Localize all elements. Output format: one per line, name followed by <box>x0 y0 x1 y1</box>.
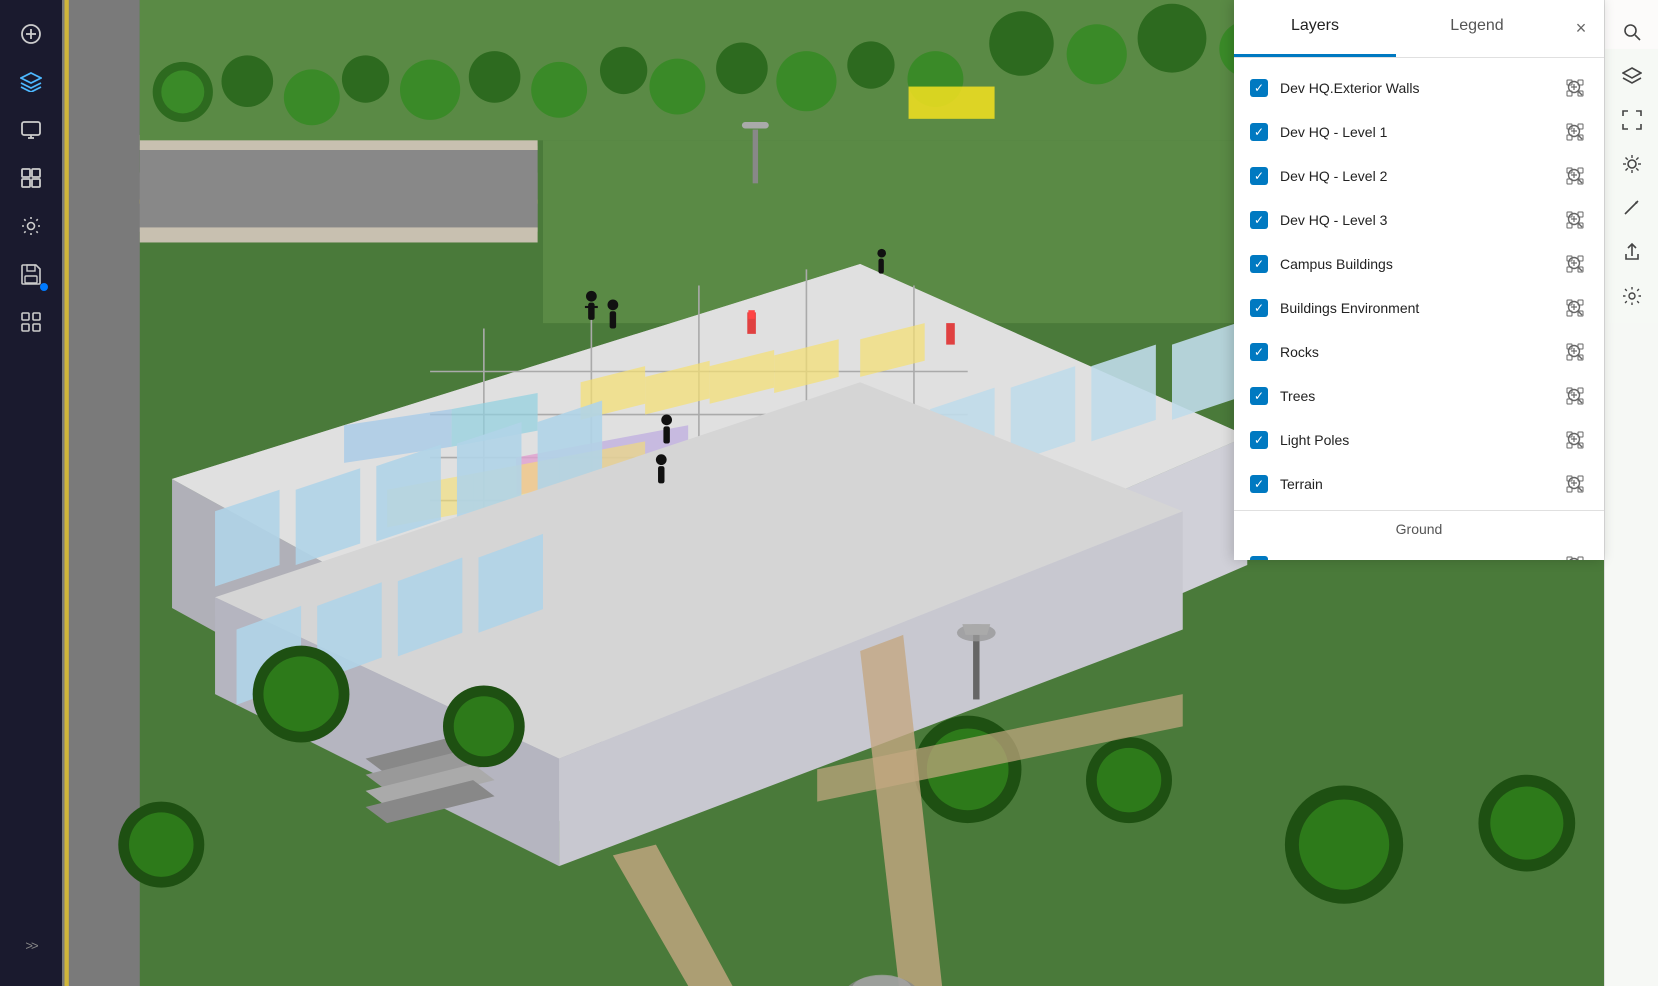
layer-zoom-dev-hq-l3[interactable] <box>1562 207 1588 233</box>
layers-panel: Layers Legend × ✓ Dev HQ.Exterior Walls <box>1234 0 1604 560</box>
layer-zoom-campus-buildings[interactable] <box>1562 251 1588 277</box>
layer-name-dev-hq-l1: Dev HQ - Level 1 <box>1280 124 1562 140</box>
layer-checkbox-terrain[interactable]: ✓ <box>1250 475 1268 493</box>
layer-item[interactable]: ✓ Campus Buildings <box>1234 242 1604 286</box>
layers-rt-button[interactable] <box>1613 57 1651 95</box>
group-header-ground: Ground <box>1234 510 1604 543</box>
layers-list: ✓ Dev HQ.Exterior Walls ✓ Dev HQ - Level… <box>1234 58 1604 560</box>
config-button[interactable] <box>1613 277 1651 315</box>
layer-name-dev-hq-l3: Dev HQ - Level 3 <box>1280 212 1562 228</box>
collapse-button[interactable]: >> <box>10 924 52 966</box>
layer-zoom-buildings-environment[interactable] <box>1562 295 1588 321</box>
layer-name-dev-hq-exterior: Dev HQ.Exterior Walls <box>1280 80 1562 96</box>
layer-item[interactable]: ✓ Terrain <box>1234 543 1604 560</box>
layer-zoom-dev-hq-l2[interactable] <box>1562 163 1588 189</box>
layer-item[interactable]: ✓ Trees <box>1234 374 1604 418</box>
search-button[interactable] <box>1613 13 1651 51</box>
tab-layers[interactable]: Layers <box>1234 0 1396 57</box>
tab-legend[interactable]: Legend <box>1396 0 1558 57</box>
layer-checkbox-light-poles[interactable]: ✓ <box>1250 431 1268 449</box>
layer-checkbox-dev-hq-l1[interactable]: ✓ <box>1250 123 1268 141</box>
layer-item[interactable]: ✓ Buildings Environment <box>1234 286 1604 330</box>
layers-button[interactable] <box>10 61 52 103</box>
layer-item[interactable]: ✓ Terrain <box>1234 462 1604 506</box>
layer-checkbox-buildings-environment[interactable]: ✓ <box>1250 299 1268 317</box>
panel-header: Layers Legend × <box>1234 0 1604 58</box>
layer-checkbox-trees[interactable]: ✓ <box>1250 387 1268 405</box>
layer-checkbox-dev-hq-l2[interactable]: ✓ <box>1250 167 1268 185</box>
settings-button[interactable] <box>10 205 52 247</box>
share-button[interactable] <box>1613 233 1651 271</box>
right-toolbar <box>1604 0 1658 986</box>
panel-close-button[interactable]: × <box>1558 0 1604 57</box>
layer-zoom-light-poles[interactable] <box>1562 427 1588 453</box>
layer-checkbox-ground-terrain[interactable]: ✓ <box>1250 556 1268 560</box>
layer-checkbox-dev-hq-exterior[interactable]: ✓ <box>1250 79 1268 97</box>
daylight-button[interactable] <box>1613 145 1651 183</box>
map-scene <box>62 0 1234 986</box>
layer-name-rocks: Rocks <box>1280 344 1562 360</box>
layer-item[interactable]: ✓ Dev HQ - Level 2 <box>1234 154 1604 198</box>
layer-checkbox-dev-hq-l3[interactable]: ✓ <box>1250 211 1268 229</box>
layer-zoom-dev-hq-exterior[interactable] <box>1562 75 1588 101</box>
display-button[interactable] <box>10 109 52 151</box>
layer-zoom-terrain[interactable] <box>1562 471 1588 497</box>
content-button[interactable] <box>10 157 52 199</box>
layer-checkbox-campus-buildings[interactable]: ✓ <box>1250 255 1268 273</box>
layer-name-terrain: Terrain <box>1280 476 1562 492</box>
save-dot <box>40 283 48 291</box>
layer-item[interactable]: ✓ Light Poles <box>1234 418 1604 462</box>
layer-name-trees: Trees <box>1280 388 1562 404</box>
widgets-button[interactable] <box>10 301 52 343</box>
layer-name-campus-buildings: Campus Buildings <box>1280 256 1562 272</box>
layer-name-ground-terrain: Terrain <box>1280 557 1562 560</box>
layer-checkbox-rocks[interactable]: ✓ <box>1250 343 1268 361</box>
save-button[interactable] <box>10 253 52 295</box>
layer-zoom-ground-terrain[interactable] <box>1562 552 1588 560</box>
layer-item[interactable]: ✓ Dev HQ - Level 3 <box>1234 198 1604 242</box>
layer-name-buildings-environment: Buildings Environment <box>1280 300 1562 316</box>
add-button[interactable] <box>10 13 52 55</box>
layer-zoom-rocks[interactable] <box>1562 339 1588 365</box>
layer-item[interactable]: ✓ Dev HQ - Level 1 <box>1234 110 1604 154</box>
fullscreen-button[interactable] <box>1613 101 1651 139</box>
layer-item[interactable]: ✓ Dev HQ.Exterior Walls <box>1234 66 1604 110</box>
layer-zoom-dev-hq-l1[interactable] <box>1562 119 1588 145</box>
layer-name-light-poles: Light Poles <box>1280 432 1562 448</box>
chevrons-icon: >> <box>25 938 36 953</box>
measure-button[interactable] <box>1613 189 1651 227</box>
layer-item[interactable]: ✓ Rocks <box>1234 330 1604 374</box>
layer-zoom-trees[interactable] <box>1562 383 1588 409</box>
layer-name-dev-hq-l2: Dev HQ - Level 2 <box>1280 168 1562 184</box>
left-sidebar: >> <box>0 0 62 986</box>
